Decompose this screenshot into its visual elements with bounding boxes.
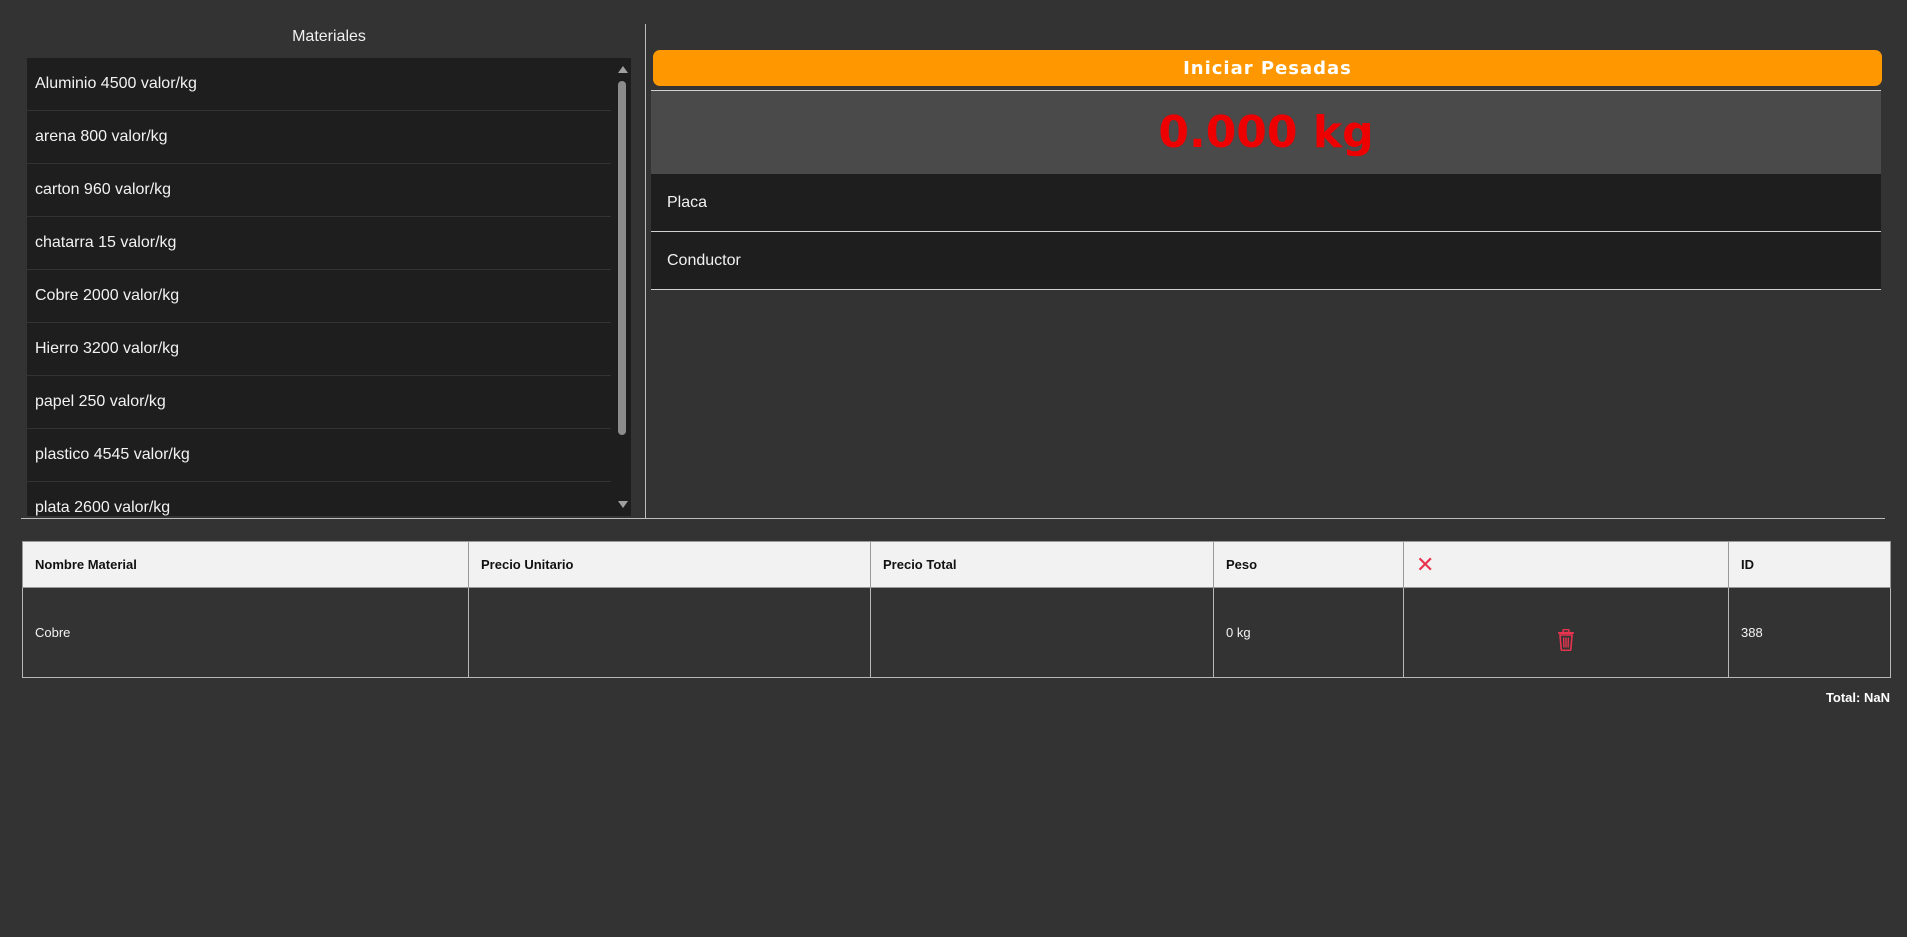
column-header-name: Nombre Material (22, 541, 469, 588)
horizontal-divider (21, 518, 1885, 519)
column-header-total-price: Precio Total (870, 541, 1214, 588)
total-value: NaN (1863, 690, 1890, 705)
total-summary: Total: NaN (1826, 690, 1890, 705)
material-item[interactable]: arena 800 valor/kg (27, 111, 611, 164)
cell-total-price (870, 587, 1214, 678)
materials-scrollbar[interactable] (615, 58, 631, 516)
table-row: Cobre 0 kg 388 (22, 587, 1891, 678)
driver-field-row (651, 232, 1881, 290)
column-header-weight: Peso (1213, 541, 1404, 588)
materials-title: Materiales (292, 28, 366, 45)
vertical-divider (645, 24, 646, 518)
scroll-up-arrow-icon[interactable] (618, 66, 628, 73)
cell-delete (1403, 587, 1729, 678)
material-item[interactable]: Cobre 2000 valor/kg (27, 270, 611, 323)
material-item[interactable]: papel 250 valor/kg (27, 376, 611, 429)
records-table: Nombre Material Precio Unitario Precio T… (22, 541, 1891, 678)
column-header-delete: ✕ (1403, 541, 1729, 588)
column-header-id: ID (1728, 541, 1891, 588)
material-item[interactable]: plastico 4545 valor/kg (27, 429, 611, 482)
material-item[interactable]: carton 960 valor/kg (27, 164, 611, 217)
material-item[interactable]: Aluminio 4500 valor/kg (27, 58, 611, 111)
materials-list: Aluminio 4500 valor/kg arena 800 valor/k… (27, 58, 623, 516)
cell-id: 388 (1728, 587, 1891, 678)
cell-weight: 0 kg (1213, 587, 1404, 678)
scrollbar-thumb[interactable] (618, 81, 626, 435)
materials-panel: Materiales Aluminio 4500 valor/kg arena … (27, 24, 631, 516)
column-header-unit-price: Precio Unitario (468, 541, 871, 588)
materials-list-container[interactable]: Aluminio 4500 valor/kg arena 800 valor/k… (27, 58, 631, 516)
app-root: Materiales Aluminio 4500 valor/kg arena … (0, 0, 1907, 937)
start-weighing-button[interactable]: Iniciar Pesadas (653, 50, 1882, 86)
trash-icon[interactable] (1557, 628, 1575, 654)
cell-material-name: Cobre (22, 587, 469, 678)
total-label: Total: (1825, 690, 1861, 705)
material-item[interactable]: plata 2600 valor/kg (27, 482, 611, 516)
material-item[interactable]: Hierro 3200 valor/kg (27, 323, 611, 376)
material-item[interactable]: chatarra 15 valor/kg (27, 217, 611, 270)
scroll-down-arrow-icon[interactable] (618, 501, 628, 508)
table-header-row: Nombre Material Precio Unitario Precio T… (22, 541, 1891, 588)
plate-field-row (651, 174, 1881, 232)
cell-unit-price (468, 587, 871, 678)
weight-value: 0.000 kg (1158, 107, 1374, 158)
weight-display: 0.000 kg (651, 90, 1881, 175)
close-icon[interactable]: ✕ (1416, 553, 1434, 576)
driver-input[interactable] (651, 232, 1881, 289)
plate-input[interactable] (651, 174, 1881, 231)
